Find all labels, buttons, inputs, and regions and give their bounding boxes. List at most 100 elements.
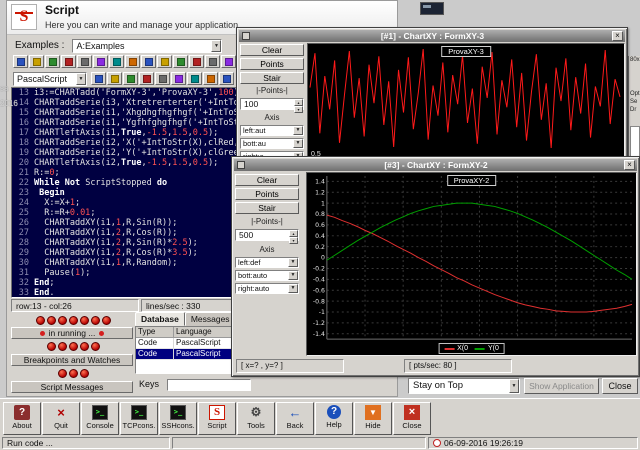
points-button[interactable]: Points [235,188,299,200]
chevron-down-icon[interactable] [211,40,221,52]
undo-icon [161,58,169,66]
ladybug-icon[interactable] [80,316,89,325]
close-icon[interactable] [612,31,623,41]
close-icon[interactable] [624,160,635,170]
toolbar-find-button[interactable] [189,55,204,68]
examples-combo[interactable]: A:Examples [72,39,222,53]
spin-up-icon[interactable]: ▴ [289,230,298,237]
ladybug-icon[interactable] [102,316,111,325]
language-combo[interactable]: PascalScript [13,72,87,86]
code-text: CHARTaddXY(i1,2,R,Cos(R)); [34,228,177,238]
chevron-down-icon[interactable] [293,139,303,148]
toolbar-redo-button[interactable] [173,55,188,68]
left-axis-combo[interactable]: left:aut [240,125,304,136]
toolbar-add-breakpoint-button[interactable] [187,72,202,85]
right-axis-value: right:auto [238,284,269,293]
ladybug-icon[interactable] [47,342,56,351]
code-text: CHARTleftAxis(i2,True,-1.5,1.5,0.5); [34,158,218,168]
toolbar-compile-button[interactable] [91,72,106,85]
spin-down-icon[interactable]: ▾ [289,237,298,244]
chevron-down-icon[interactable] [293,126,303,135]
chart-plot-formxy2[interactable]: 1.41.210.80.60.40.20-0.2-0.4-0.6-0.8-1-1… [306,172,637,356]
stay-on-top-combo[interactable]: Stay on Top [408,378,520,394]
close-button[interactable]: Close [602,378,638,394]
toolbar-undo-button[interactable] [157,55,172,68]
taskbar-button-quit[interactable]: ×Quit [42,402,80,435]
spin-down-icon[interactable]: ▾ [294,106,303,113]
toolbar-options-button[interactable] [219,72,234,85]
tab-database[interactable]: Database [135,312,185,326]
toolbar-stop-button[interactable] [139,72,154,85]
left-axis-combo[interactable]: left:def [235,257,299,268]
running-panel-header[interactable]: in running ... [11,327,133,339]
points-button[interactable]: Points [240,58,304,70]
chevron-down-icon[interactable] [509,379,519,393]
toolbar-run-button[interactable] [107,72,122,85]
show-application-button[interactable]: Show Application [524,378,599,394]
ladybug-icon[interactable] [36,316,45,325]
bottom-axis-combo[interactable]: bott:auto [235,270,299,281]
points-spinner[interactable]: 500 ▴▾ [235,229,299,241]
chevron-down-icon[interactable] [76,73,86,85]
breakpoints-panel-header[interactable]: Breakpoints and Watches [11,354,133,366]
code-text: R:=R+0.01; [34,208,95,218]
ladybug-icon[interactable] [91,316,100,325]
toolbar-print-button[interactable] [77,55,92,68]
points-spinner[interactable]: 100 ▴▾ [240,98,304,110]
toolbar-save-button[interactable] [45,55,60,68]
taskbar-button-tcpcons[interactable]: >_TCPcons. [120,402,158,435]
taskbar-button-about[interactable]: ?About [3,402,41,435]
toolbar-save-all-button[interactable] [61,55,76,68]
clear-button[interactable]: Clear [240,44,304,56]
toolbar-add-watch-button[interactable] [203,72,218,85]
taskbar-button-script[interactable]: SScript [198,402,236,435]
code-text: i3:=CHARTadd('FormXY-3','ProvaXY-3',100)… [34,88,244,98]
right-axis-combo[interactable]: right:auto [235,283,299,294]
sliver-text: Opt [629,90,640,98]
spin-up-icon[interactable]: ▴ [294,99,303,106]
toolbar-new-button[interactable] [13,55,28,68]
toolbar-cut-button[interactable] [109,55,124,68]
chevron-down-icon[interactable] [288,284,298,293]
taskbar-button-help[interactable]: ?Help [315,402,353,435]
bottom-axis-combo[interactable]: bott:au [240,138,304,149]
toolbar-preview-button[interactable] [93,55,108,68]
taskbar-button-console[interactable]: >_Console [81,402,119,435]
tray-window-icon[interactable] [420,2,444,15]
ladybug-icon[interactable] [58,316,67,325]
ladybug-icon[interactable] [80,342,89,351]
toolbar-run-button[interactable] [205,55,220,68]
toolbar-open-button[interactable] [29,55,44,68]
taskbar-button-sshcons[interactable]: >_SSHcons. [159,402,197,435]
stair-button[interactable]: Stair [240,72,304,84]
stair-button[interactable]: Stair [235,202,299,214]
ladybug-icon[interactable] [69,342,78,351]
toolbar-copy-button[interactable] [125,55,140,68]
clear-button[interactable]: Clear [235,174,299,186]
titlebar[interactable]: [#1] - ChartXY : FormXY-3 [239,30,625,42]
chevron-down-icon[interactable] [288,258,298,267]
ladybug-icon[interactable] [69,316,78,325]
cursor-position: row:13 - col:26 [11,299,139,312]
points-count-label: |-Points-| [235,217,299,226]
svg-text:-0.6: -0.6 [313,287,325,294]
paste-icon [145,58,153,66]
chevron-down-icon[interactable] [288,271,298,280]
points-spinner-value: 100 [244,99,258,109]
toolbar-pause-button[interactable] [123,72,138,85]
toolbar-step-over-button[interactable] [155,72,170,85]
toolbar-paste-button[interactable] [141,55,156,68]
tab-messages[interactable]: Messages [185,312,236,326]
titlebar[interactable]: [#3] - ChartXY : FormXY-2 [234,159,637,171]
taskbar-button-hide[interactable]: ▼Hide [354,402,392,435]
ladybug-icon[interactable] [47,316,56,325]
taskbar-button-close[interactable]: ×Close [393,402,431,435]
taskbar-button-tools[interactable]: ⚙Tools [237,402,275,435]
toolbar-step-into-button[interactable] [171,72,186,85]
taskbar-button-back[interactable]: ←Back [276,402,314,435]
ladybug-icon[interactable] [58,342,67,351]
chart-plot-formxy3[interactable]: ProvaXY-3 0.5 [307,43,625,161]
toolbar-help-button[interactable] [221,55,236,68]
ladybug-icon[interactable] [91,342,100,351]
bottom-axis-value: bott:auto [238,271,267,280]
